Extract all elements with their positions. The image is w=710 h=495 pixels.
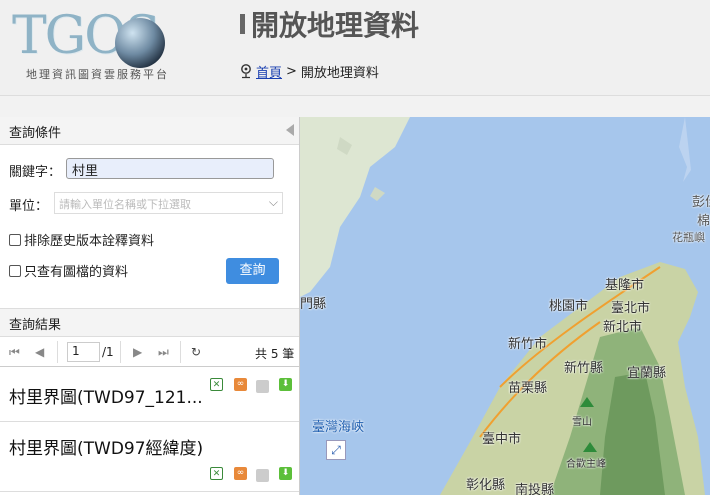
- query-button[interactable]: 查詢: [226, 258, 279, 284]
- map-label: 彭佳: [692, 195, 710, 210]
- keyword-input[interactable]: 村里: [66, 158, 274, 179]
- result-title[interactable]: 村里界圖(TWD97_121...: [9, 383, 203, 408]
- header: TGOS 地理資訊圖資雲服務平台 開放地理資料 首頁 > 開放地理資料: [0, 0, 710, 96]
- map-label: 雪山: [572, 417, 592, 428]
- logo-subtitle: 地理資訊圖資雲服務平台: [26, 68, 169, 81]
- link-icon[interactable]: ∞: [234, 378, 247, 391]
- last-page-icon[interactable]: ⏭: [158, 345, 169, 360]
- add-map-icon[interactable]: [256, 380, 269, 393]
- result-title[interactable]: 村里界圖(TWD97經緯度): [9, 434, 203, 459]
- pager: ⏮ ◀ 1 /1 ▶ ⏭ ↻ 共 5 筆: [0, 336, 299, 367]
- map-label: 門縣: [300, 297, 327, 312]
- map-label: 基隆市: [605, 278, 645, 293]
- unit-select[interactable]: 請輸入單位名稱或下拉選取 ⌵: [54, 192, 283, 214]
- map-label: 棉花: [697, 214, 710, 229]
- download-icon[interactable]: ⬇: [279, 467, 292, 480]
- map-label: 苗栗縣: [508, 381, 548, 396]
- breadcrumb: 首頁 > 開放地理資料: [240, 62, 379, 81]
- map-label: 臺中市: [482, 432, 522, 447]
- exclude-history-checkbox[interactable]: 排除歷史版本詮釋資料: [9, 230, 154, 249]
- spreadsheet-icon[interactable]: ✕: [210, 378, 223, 391]
- location-pin-icon: [241, 64, 251, 79]
- expand-map-icon[interactable]: ⤢: [326, 440, 346, 460]
- map-label: 合歡主峰: [566, 459, 606, 470]
- exclude-history-label: 排除歷史版本詮釋資料: [24, 234, 155, 249]
- refresh-icon[interactable]: ↻: [191, 345, 201, 359]
- checkbox-icon: [9, 233, 21, 246]
- first-page-icon[interactable]: ⏮: [9, 345, 20, 360]
- page-input[interactable]: 1: [67, 342, 100, 362]
- breadcrumb-current: 開放地理資料: [300, 66, 379, 81]
- unit-placeholder: 請輸入單位名稱或下拉選取: [59, 198, 191, 211]
- download-icon[interactable]: ⬇: [279, 378, 292, 391]
- map-label: 臺灣海峽: [312, 420, 365, 435]
- result-item[interactable]: 村里界圖(TWD97_121... ✕ ∞ ⬇: [0, 367, 299, 422]
- query-header: 查詢條件: [0, 117, 299, 145]
- only-images-checkbox[interactable]: 只查有圖檔的資料: [9, 261, 128, 280]
- breadcrumb-home-link[interactable]: 首頁: [256, 62, 282, 81]
- globe-icon: [115, 18, 165, 68]
- query-panel: 查詢條件 關鍵字： 村里 單位： 請輸入單位名稱或下拉選取 ⌵ 排除歷史版本詮釋資…: [0, 117, 300, 495]
- query-title: 查詢條件: [9, 126, 62, 141]
- unit-label: 單位：: [9, 199, 49, 214]
- page-total: /1: [102, 345, 114, 359]
- prev-page-icon[interactable]: ◀: [35, 345, 44, 359]
- page-title: 開放地理資料: [251, 9, 420, 42]
- title-marker: [240, 14, 245, 34]
- only-images-label: 只查有圖檔的資料: [24, 265, 129, 280]
- checkbox-icon: [9, 264, 21, 277]
- map-label: 花瓶嶼: [672, 231, 705, 244]
- next-page-icon[interactable]: ▶: [133, 345, 142, 359]
- collapse-panel-icon[interactable]: [286, 124, 294, 136]
- map-label: 桃園市: [549, 299, 589, 314]
- map-label: 新竹縣: [564, 361, 604, 376]
- map-label: 宜蘭縣: [627, 366, 667, 381]
- spreadsheet-icon[interactable]: ✕: [210, 467, 223, 480]
- link-icon[interactable]: ∞: [234, 467, 247, 480]
- tgos-logo[interactable]: TGOS 地理資訊圖資雲服務平台: [12, 6, 202, 83]
- map-label: 南投縣: [515, 483, 555, 495]
- map-label: 臺北市: [611, 301, 651, 316]
- result-item[interactable]: 村里界圖(TWD97經緯度) ✕ ∞ ⬇: [0, 422, 299, 492]
- map-view[interactable]: 基隆市 桃園市 臺北市 新北市 新竹市 新竹縣 宜蘭縣 苗栗縣 雪山 臺中市 合…: [300, 117, 710, 495]
- map-label: 新竹市: [508, 337, 548, 352]
- breadcrumb-separator: >: [286, 64, 297, 79]
- map-label: 彰化縣: [466, 478, 506, 493]
- chevron-down-icon: ⌵: [268, 195, 278, 209]
- keyword-label: 關鍵字：: [9, 165, 62, 180]
- results-header: 查詢結果: [0, 308, 299, 336]
- add-map-icon[interactable]: [256, 469, 269, 482]
- map-label: 新北市: [603, 320, 643, 335]
- total-count: 共 5 筆: [255, 347, 295, 361]
